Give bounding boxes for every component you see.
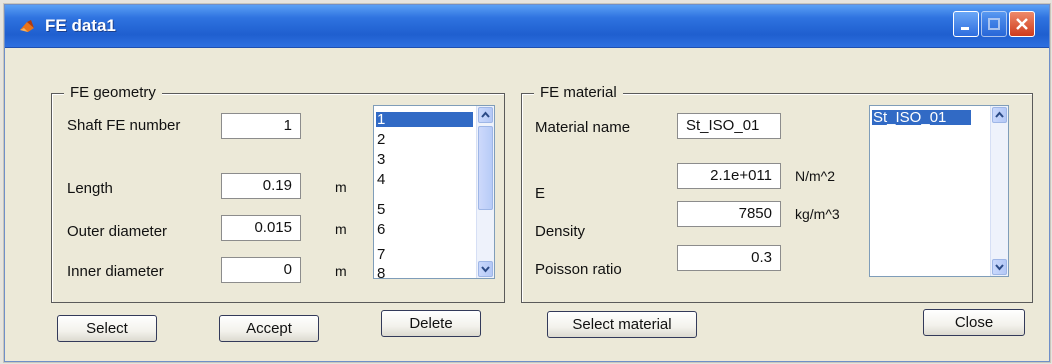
chevron-up-icon: [481, 111, 490, 118]
outer-diameter-field[interactable]: 0.015: [221, 215, 301, 241]
chevron-down-icon: [995, 264, 1004, 271]
list-item[interactable]: 4: [376, 172, 385, 187]
scrollbar[interactable]: [990, 106, 1008, 276]
list-item[interactable]: 1: [376, 112, 473, 127]
inner-diameter-unit: m: [335, 263, 347, 279]
close-icon: [1016, 18, 1028, 30]
outer-diameter-label: Outer diameter: [67, 223, 168, 240]
e-unit: N/m^2: [795, 168, 836, 184]
material-listbox[interactable]: St_ISO_01: [869, 105, 1009, 277]
delete-button[interactable]: Delete: [381, 310, 481, 337]
list-item[interactable]: 2: [376, 132, 385, 147]
select-material-button[interactable]: Select material: [547, 311, 697, 338]
shaft-fe-number-label: Shaft FE number: [67, 117, 181, 134]
minimize-button[interactable]: [953, 11, 979, 37]
material-name-label: Material name: [535, 119, 631, 136]
scrollbar[interactable]: [476, 106, 494, 278]
close-button[interactable]: Close: [923, 309, 1025, 336]
poisson-ratio-label: Poisson ratio: [535, 261, 622, 278]
scroll-down-button[interactable]: [478, 261, 493, 277]
outer-diameter-unit: m: [335, 221, 347, 237]
length-field[interactable]: 0.19: [221, 173, 301, 199]
fe-number-listbox[interactable]: 1 2 3 4 5 6 7 8: [373, 105, 495, 279]
e-field[interactable]: 2.1e+011: [677, 163, 781, 189]
fe-material-title: FE material: [534, 84, 623, 101]
scroll-up-button[interactable]: [478, 107, 493, 123]
accept-button[interactable]: Accept: [219, 315, 319, 342]
chevron-up-icon: [995, 111, 1004, 118]
poisson-ratio-field[interactable]: 0.3: [677, 245, 781, 271]
scroll-up-button[interactable]: [992, 107, 1007, 123]
window-title: FE data1: [45, 16, 116, 35]
list-item[interactable]: 8: [376, 266, 385, 278]
maximize-icon: [988, 18, 1000, 30]
list-item[interactable]: 3: [376, 152, 385, 167]
fe-geometry-title: FE geometry: [64, 84, 162, 101]
density-unit: kg/m^3: [795, 206, 840, 222]
list-item[interactable]: 7: [376, 247, 385, 262]
list-item[interactable]: St_ISO_01: [872, 110, 971, 125]
e-label: E: [535, 185, 546, 202]
length-label: Length: [67, 180, 113, 197]
chevron-down-icon: [481, 266, 490, 273]
list-item[interactable]: 6: [376, 222, 385, 237]
minimize-icon: [961, 27, 969, 30]
material-name-field[interactable]: St_ISO_01: [677, 113, 781, 139]
select-button[interactable]: Select: [57, 315, 157, 342]
inner-diameter-field[interactable]: 0: [221, 257, 301, 283]
density-label: Density: [535, 223, 586, 240]
title-bar[interactable]: FE data1: [5, 5, 1049, 48]
matlab-icon: [20, 20, 34, 32]
length-unit: m: [335, 179, 347, 195]
shaft-fe-number-field[interactable]: 1: [221, 113, 301, 139]
maximize-button[interactable]: [981, 11, 1007, 37]
inner-diameter-label: Inner diameter: [67, 263, 164, 280]
close-window-button[interactable]: [1009, 11, 1035, 37]
scroll-thumb[interactable]: [478, 126, 493, 210]
fe-data-window: FE data1 FE geometry Shaft FE number 1 L…: [4, 4, 1050, 362]
density-field[interactable]: 7850: [677, 201, 781, 227]
scroll-down-button[interactable]: [992, 259, 1007, 275]
list-item[interactable]: 5: [376, 202, 385, 217]
